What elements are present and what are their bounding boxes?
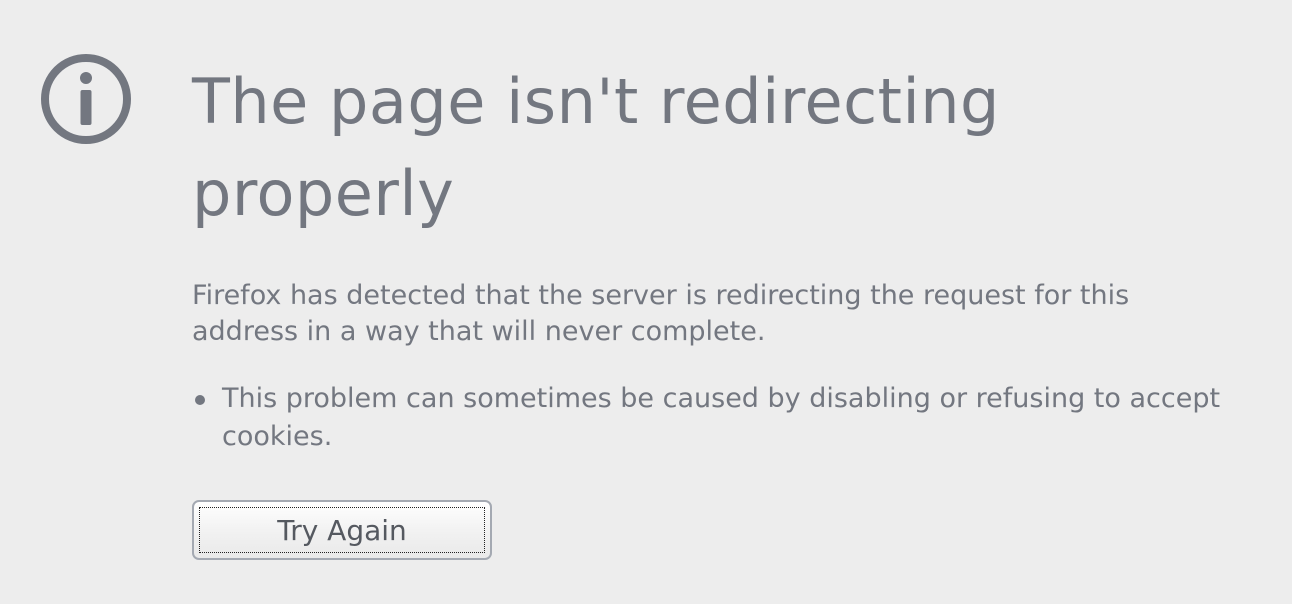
- info-icon: [41, 54, 131, 144]
- suggestion-list: This problem can sometimes be caused by …: [192, 380, 1232, 456]
- suggestion-text: This problem can sometimes be caused by …: [222, 383, 1221, 452]
- try-again-label: Try Again: [199, 507, 485, 553]
- error-content: The page isn't redirecting properly Fire…: [192, 56, 1232, 456]
- error-description: Firefox has detected that the server is …: [192, 280, 1130, 347]
- bullet-icon: [195, 395, 205, 405]
- try-again-button[interactable]: Try Again: [192, 500, 492, 560]
- suggestion-item: This problem can sometimes be caused by …: [192, 380, 1232, 456]
- page-title: The page isn't redirecting properly: [192, 65, 1000, 230]
